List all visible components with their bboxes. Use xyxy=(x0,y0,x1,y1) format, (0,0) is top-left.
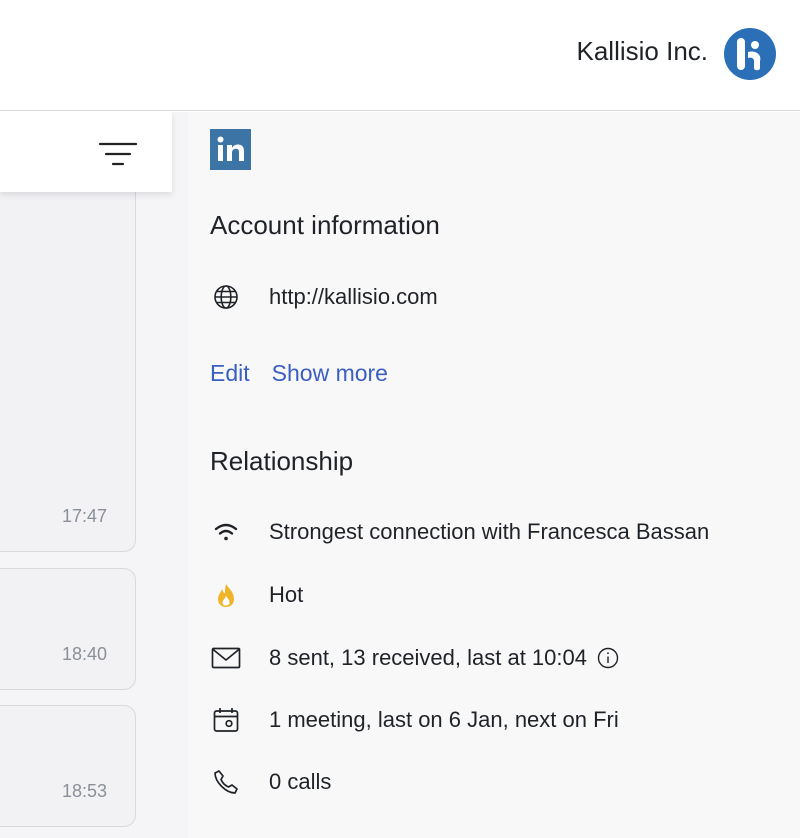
list-item-time: 18:53 xyxy=(61,781,107,801)
globe-icon xyxy=(210,281,242,313)
edit-link[interactable]: Edit xyxy=(210,360,250,386)
linkedin-icon[interactable] xyxy=(210,129,251,170)
website-link[interactable]: http://kallisio.com xyxy=(269,284,438,310)
flame-icon xyxy=(210,579,242,611)
temperature-row: Hot xyxy=(210,579,303,611)
relationship-heading: Relationship xyxy=(210,446,354,476)
company-name: Kallisio Inc. xyxy=(576,36,709,66)
account-details-panel: Account information http://kallisio.com … xyxy=(188,112,800,838)
email-stats-text: 8 sent, 13 received, last at 10:04 xyxy=(269,645,587,670)
meetings-row: 1 meeting, last on 6 Jan, next on Fri xyxy=(210,704,619,736)
website-row: http://kallisio.com xyxy=(210,281,438,313)
filter-icon[interactable] xyxy=(98,140,138,168)
signal-icon xyxy=(210,516,242,548)
calendar-icon xyxy=(210,704,242,736)
conversation-list: 17:47 18:40 18:53 xyxy=(0,112,188,838)
email-row: 8 sent, 13 received, last at 10:04 xyxy=(210,642,619,674)
connection-row: Strongest connection with Francesca Bass… xyxy=(210,516,709,548)
top-bar: Kallisio Inc. xyxy=(0,0,800,111)
list-toolbar xyxy=(0,112,172,192)
strongest-connection-text: Strongest connection with Francesca Bass… xyxy=(269,519,710,544)
meetings-text: 1 meeting, last on 6 Jan, next on Fri xyxy=(269,707,619,732)
account-actions: Edit Show more xyxy=(210,360,388,387)
account-information-heading: Account information xyxy=(210,210,440,240)
list-item-time: 17:47 xyxy=(61,506,107,526)
temperature-text: Hot xyxy=(269,582,304,607)
show-more-link[interactable]: Show more xyxy=(272,360,388,386)
info-icon[interactable] xyxy=(597,647,619,669)
company-logo-icon[interactable] xyxy=(724,28,776,80)
list-item[interactable]: 18:40 xyxy=(0,568,136,690)
list-item[interactable]: 18:53 xyxy=(0,705,136,827)
calls-text: 0 calls xyxy=(269,769,332,794)
phone-icon xyxy=(210,766,242,798)
mail-icon xyxy=(210,642,242,674)
calls-row: 0 calls xyxy=(210,766,331,798)
list-item-time: 18:40 xyxy=(61,644,107,664)
